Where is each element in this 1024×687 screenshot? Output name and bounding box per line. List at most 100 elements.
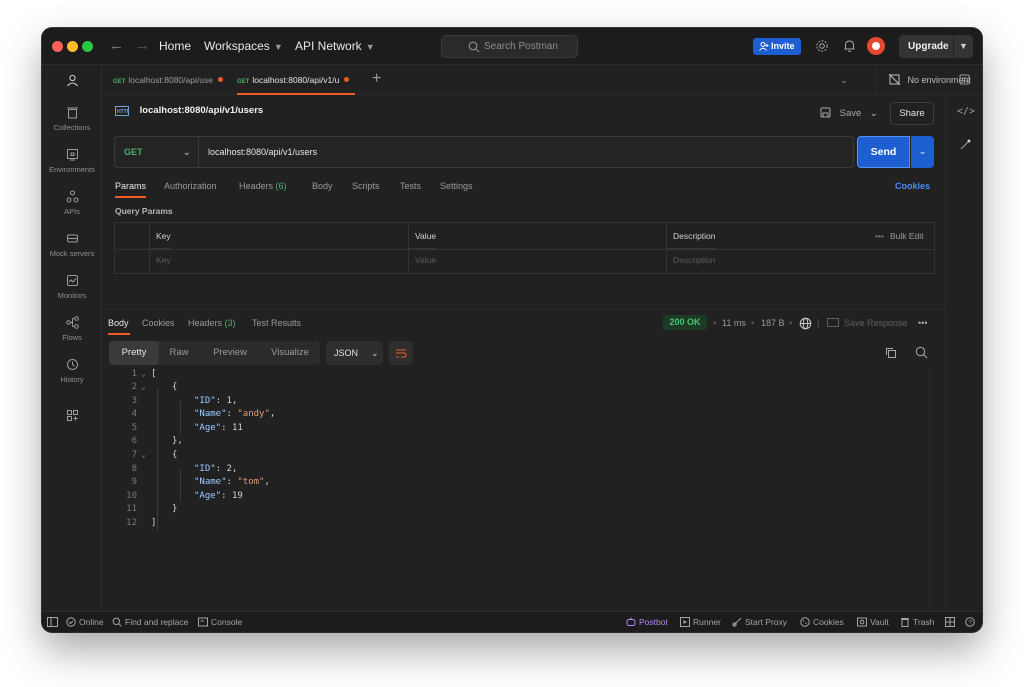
upgrade-button[interactable]: Upgrade ▼ (899, 35, 973, 58)
share-button[interactable]: Share (890, 102, 934, 125)
settings-gear-icon[interactable] (815, 39, 829, 53)
view-visualize[interactable]: Visualize (261, 341, 319, 365)
tab-params[interactable]: Params (115, 181, 146, 191)
related-collections-icon[interactable] (959, 139, 971, 151)
online-check-icon (66, 617, 76, 627)
workspaces-menu[interactable]: Workspaces ▼ (204, 39, 283, 53)
tab-overflow-chevron-icon[interactable]: ⌄ (840, 75, 848, 86)
left-sidebar: Collections Environments APIs Mock serve… (42, 65, 102, 611)
response-tab-body[interactable]: Body (108, 318, 129, 328)
view-pretty[interactable]: Pretty (109, 341, 159, 365)
notification-bell-icon[interactable] (843, 39, 856, 53)
code-text: [ (151, 369, 157, 379)
sidebar-item-label: Monitors (57, 291, 87, 300)
value-input[interactable]: Value (409, 249, 436, 273)
online-status[interactable]: Online (66, 617, 104, 627)
response-time[interactable]: 11 ms (722, 318, 746, 328)
vault-button[interactable]: Vault (857, 617, 889, 627)
view-preview[interactable]: Preview (201, 341, 259, 365)
format-select[interactable]: JSON ⌄ (326, 341, 383, 365)
response-tab-cookies[interactable]: Cookies (142, 318, 175, 328)
tab-scripts[interactable]: Scripts (352, 181, 380, 191)
more-options-icon[interactable]: ••• (918, 318, 927, 328)
response-size[interactable]: 187 B (761, 318, 785, 328)
maximize-window-button[interactable] (82, 41, 93, 52)
copy-icon[interactable] (885, 347, 897, 359)
environment-quick-look-icon[interactable] (959, 74, 970, 85)
add-person-icon (759, 42, 769, 51)
trash-button[interactable]: Trash (900, 617, 934, 627)
close-window-button[interactable] (52, 41, 63, 52)
code-line: 6 }, (108, 436, 930, 449)
sidebar-item-monitors[interactable]: Monitors (42, 274, 102, 300)
toggle-sidebar-icon[interactable] (47, 617, 58, 627)
send-button[interactable]: Send (857, 136, 910, 168)
back-arrow-icon[interactable]: ← (109, 37, 124, 54)
fold-chevron-icon[interactable]: ⌄ (141, 369, 146, 378)
tab-settings[interactable]: Settings (440, 181, 473, 191)
api-network-menu[interactable]: API Network ▼ (295, 39, 375, 53)
new-tab-plus-icon[interactable]: + (372, 70, 381, 88)
cookies-link[interactable]: Cookies (895, 181, 930, 191)
start-proxy-button[interactable]: Start Proxy (732, 617, 787, 627)
layout-grid-icon[interactable] (945, 617, 955, 627)
tab-body[interactable]: Body (312, 181, 333, 191)
sidebar-item-add-workbench[interactable] (42, 409, 102, 426)
code-snippet-icon[interactable]: </> (957, 106, 975, 117)
send-options-chevron-icon[interactable]: ⌄ (911, 136, 934, 168)
save-label: Save (839, 108, 862, 119)
tab-tests[interactable]: Tests (400, 181, 421, 191)
tab-headers[interactable]: Headers (6) (239, 181, 287, 191)
status-badge[interactable]: 200 OK (663, 315, 707, 330)
tab-authorization[interactable]: Authorization (164, 181, 217, 191)
chevron-down-icon: ▼ (273, 42, 283, 52)
view-raw[interactable]: Raw (159, 341, 199, 365)
chevron-down-icon[interactable]: ▼ (959, 41, 968, 51)
sidebar-item-flows[interactable]: Flows (42, 316, 102, 342)
save-options-chevron-icon[interactable]: ⌄ (870, 108, 878, 119)
editor-scrollbar[interactable] (929, 368, 930, 608)
fold-chevron-icon[interactable]: ⌄ (141, 450, 146, 459)
description-input[interactable]: Description (667, 249, 716, 273)
network-globe-icon[interactable] (799, 317, 812, 330)
cookies-button[interactable]: Cookies (800, 617, 844, 627)
save-response-button[interactable]: Save Response (827, 318, 908, 328)
key-input[interactable]: Key (150, 249, 171, 273)
http-request-icon: HTTP (115, 106, 131, 116)
sidebar-item-environments[interactable]: Environments (42, 148, 102, 174)
forward-arrow-icon[interactable]: → (135, 37, 150, 54)
search-icon[interactable] (915, 346, 928, 359)
console-button[interactable]: Console (198, 617, 242, 627)
home-link[interactable]: Home (159, 39, 191, 53)
start-proxy-label: Start Proxy (745, 617, 788, 627)
sidebar-item-mock-servers[interactable]: Mock servers (42, 232, 102, 258)
invite-button[interactable]: Invite (753, 38, 801, 55)
tab-request-2[interactable]: GET localhost:8080/api/v1/u (237, 65, 355, 95)
find-replace-button[interactable]: Find and replace (112, 617, 188, 627)
sidebar-item-collections[interactable]: Collections (42, 106, 102, 132)
chevron-down-icon: ⌄ (183, 147, 191, 157)
tab-request-1[interactable]: GET localhost:8080/api/use (113, 65, 225, 95)
response-tab-test-results[interactable]: Test Results (252, 318, 301, 328)
response-body-editor[interactable]: 1 ⌄ [ 2 ⌄ { 3 "ID": 1, 4 "Name": "andy", 5… (108, 368, 930, 608)
runner-button[interactable]: Runner (680, 617, 721, 627)
bulk-edit-button[interactable]: ••• Bulk Edit (875, 231, 923, 241)
sidebar-item-apis[interactable]: APIs (42, 190, 102, 216)
fold-chevron-icon[interactable]: ⌄ (141, 382, 146, 391)
wrap-lines-button[interactable] (389, 341, 413, 365)
sidebar-item-history[interactable]: History (42, 358, 102, 384)
response-tab-headers[interactable]: Headers (3) (188, 318, 236, 328)
postbot-button[interactable]: Postbot (626, 617, 668, 627)
code-line: 3 "ID": 1, (108, 396, 930, 409)
method-select[interactable]: GET ⌄ (115, 137, 199, 167)
save-button[interactable]: Save (820, 107, 861, 119)
sidebar-item-account[interactable] (42, 74, 102, 91)
url-input[interactable]: localhost:8080/api/v1/users (208, 147, 317, 157)
apis-icon (66, 190, 78, 203)
search-input[interactable]: Search Postman (441, 35, 578, 58)
user-avatar[interactable] (867, 37, 885, 55)
minimize-window-button[interactable] (67, 41, 78, 52)
help-icon[interactable]: ? (965, 617, 975, 627)
separator-dot: • (789, 318, 793, 328)
response-divider[interactable] (103, 309, 945, 310)
